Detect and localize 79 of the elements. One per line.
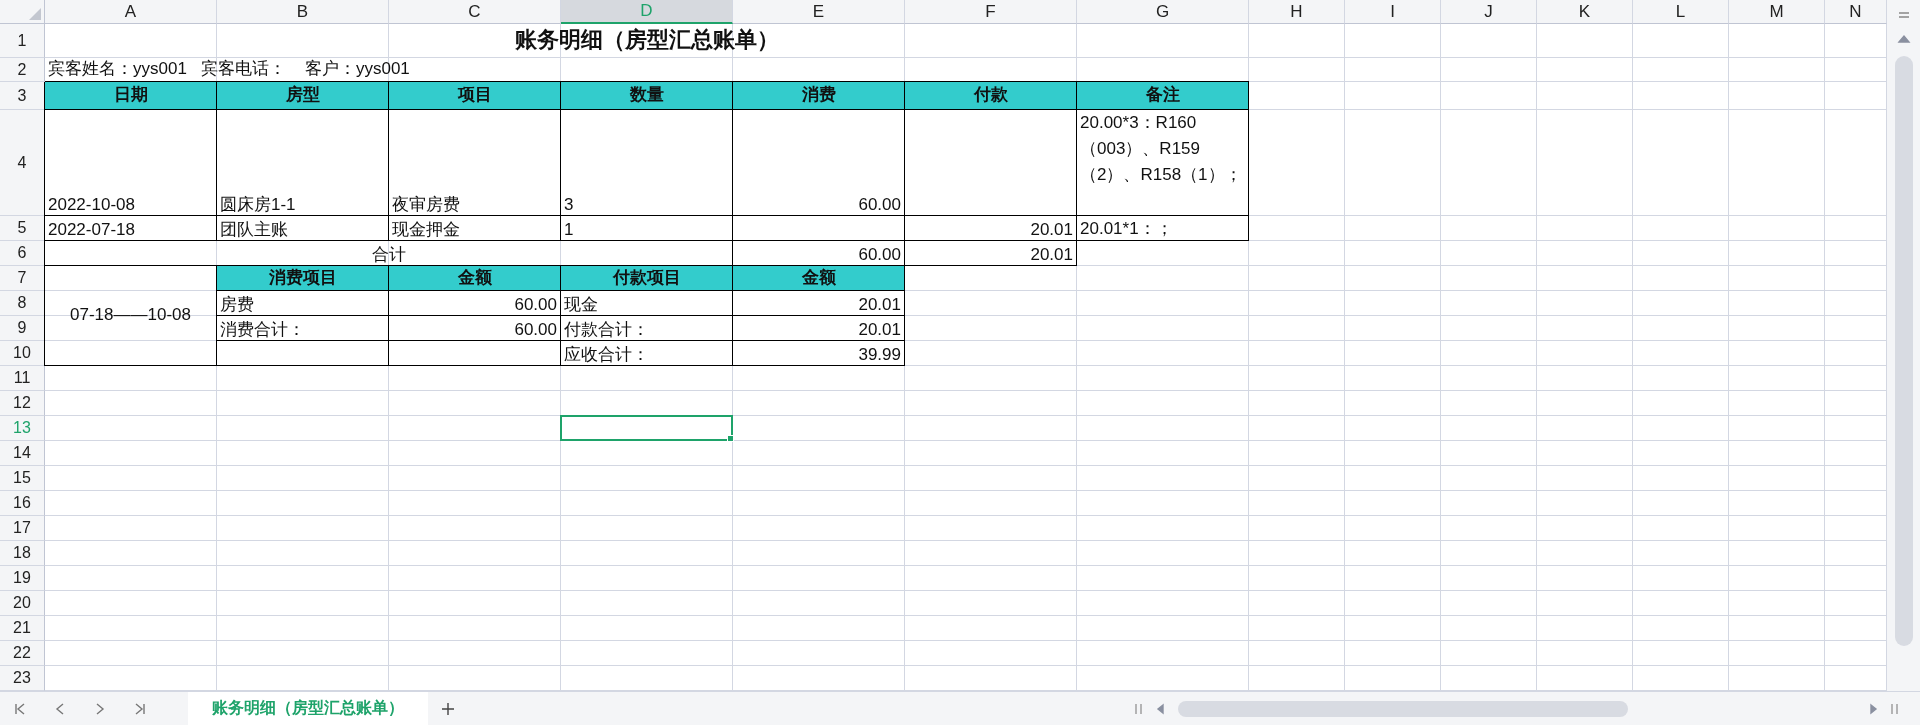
column-header[interactable]: A <box>45 0 217 24</box>
column-heading: 消费项目 <box>217 266 389 291</box>
first-sheet-icon <box>13 701 27 716</box>
table-cell: 夜审房费 <box>389 110 561 216</box>
table-cell-text: 宾客姓名：yys001 宾客电话： 客户：yys001 <box>47 58 411 81</box>
column-header[interactable]: H <box>1249 0 1345 24</box>
row-header[interactable]: 15 <box>0 466 45 491</box>
row-header[interactable]: 3 <box>0 82 45 110</box>
table-cell: 20.01 <box>905 216 1077 241</box>
table-cell: 2022-10-08 <box>45 110 217 216</box>
row-header[interactable]: 17 <box>0 516 45 541</box>
table-cell: 圆床房1-1 <box>217 110 389 216</box>
column-header[interactable]: B <box>217 0 389 24</box>
column-header[interactable]: C <box>389 0 561 24</box>
column-heading: 数量 <box>561 82 733 110</box>
horizontal-scrollbar-thumb[interactable] <box>1178 700 1628 717</box>
row-header[interactable]: 8 <box>0 291 45 316</box>
column-heading: 金额 <box>733 266 905 291</box>
table-cell: 20.00*3：R160（003）、R159（2）、R158（1）； <box>1077 110 1249 216</box>
row-header[interactable]: 4 <box>0 110 45 216</box>
table-cell: 现金押金 <box>389 216 561 241</box>
row-header[interactable]: 7 <box>0 266 45 291</box>
column-header[interactable]: I <box>1345 0 1441 24</box>
table-cell: 1 <box>561 216 733 241</box>
table-cell: 20.01*1：； <box>1077 216 1249 241</box>
column-header[interactable]: L <box>1633 0 1729 24</box>
column-heading: 项目 <box>389 82 561 110</box>
row-header[interactable]: 14 <box>0 441 45 466</box>
row-header[interactable]: 9 <box>0 316 45 341</box>
column-heading: 消费 <box>733 82 905 110</box>
vertical-scrollbar-thumb[interactable] <box>1894 56 1913 646</box>
table-cell: 60.00 <box>389 291 561 316</box>
table-cell: 房费 <box>217 291 389 316</box>
row-header[interactable]: 23 <box>0 666 45 691</box>
plus-icon <box>441 701 455 716</box>
column-heading: 房型 <box>217 82 389 110</box>
sheet-title: 账务明细（房型汇总账单） <box>513 26 780 55</box>
table-cell: 2022-07-18 <box>45 216 217 241</box>
row-header[interactable]: 5 <box>0 216 45 241</box>
table-cell: 3 <box>561 110 733 216</box>
row-header[interactable]: 18 <box>0 541 45 566</box>
row-header[interactable]: 1 <box>0 24 45 58</box>
table-cell: 39.99 <box>733 341 905 366</box>
row-header[interactable]: 6 <box>0 241 45 266</box>
row-header[interactable]: 19 <box>0 566 45 591</box>
column-header[interactable]: K <box>1537 0 1633 24</box>
table-cell: 团队主账 <box>217 216 389 241</box>
column-heading: 日期 <box>45 82 217 110</box>
table-cell: 20.01 <box>733 316 905 341</box>
row-header[interactable]: 20 <box>0 591 45 616</box>
table-cell: 付款合计： <box>561 316 733 341</box>
row-header[interactable]: 2 <box>0 58 45 82</box>
table-cell: 消费合计： <box>217 316 389 341</box>
column-header[interactable]: N <box>1825 0 1887 24</box>
row-header[interactable]: 16 <box>0 491 45 516</box>
row-header[interactable]: 12 <box>0 391 45 416</box>
row-header[interactable]: 21 <box>0 616 45 641</box>
row-header[interactable]: 22 <box>0 641 45 666</box>
date-range: 07-18——10-08 <box>45 266 217 366</box>
table-cell: 60.00 <box>389 316 561 341</box>
table-cell: 现金 <box>561 291 733 316</box>
column-header[interactable]: F <box>905 0 1077 24</box>
table-cell: 应收合计： <box>561 341 733 366</box>
column-header[interactable]: J <box>1441 0 1537 24</box>
column-heading: 付款 <box>905 82 1077 110</box>
column-heading: 付款项目 <box>561 266 733 291</box>
column-header[interactable]: G <box>1077 0 1249 24</box>
column-header[interactable]: E <box>733 0 905 24</box>
table-cell: 60.00 <box>733 110 905 216</box>
row-header[interactable]: 10 <box>0 341 45 366</box>
last-sheet-icon <box>133 701 147 716</box>
column-heading: 金额 <box>389 266 561 291</box>
table-cell: 20.01 <box>733 291 905 316</box>
table-cell: 20.01 <box>905 241 1077 266</box>
column-heading: 备注 <box>1077 82 1249 110</box>
selected-cell[interactable] <box>560 415 733 441</box>
column-header[interactable]: M <box>1729 0 1825 24</box>
select-all-icon[interactable] <box>29 8 41 20</box>
row-header[interactable]: 11 <box>0 366 45 391</box>
